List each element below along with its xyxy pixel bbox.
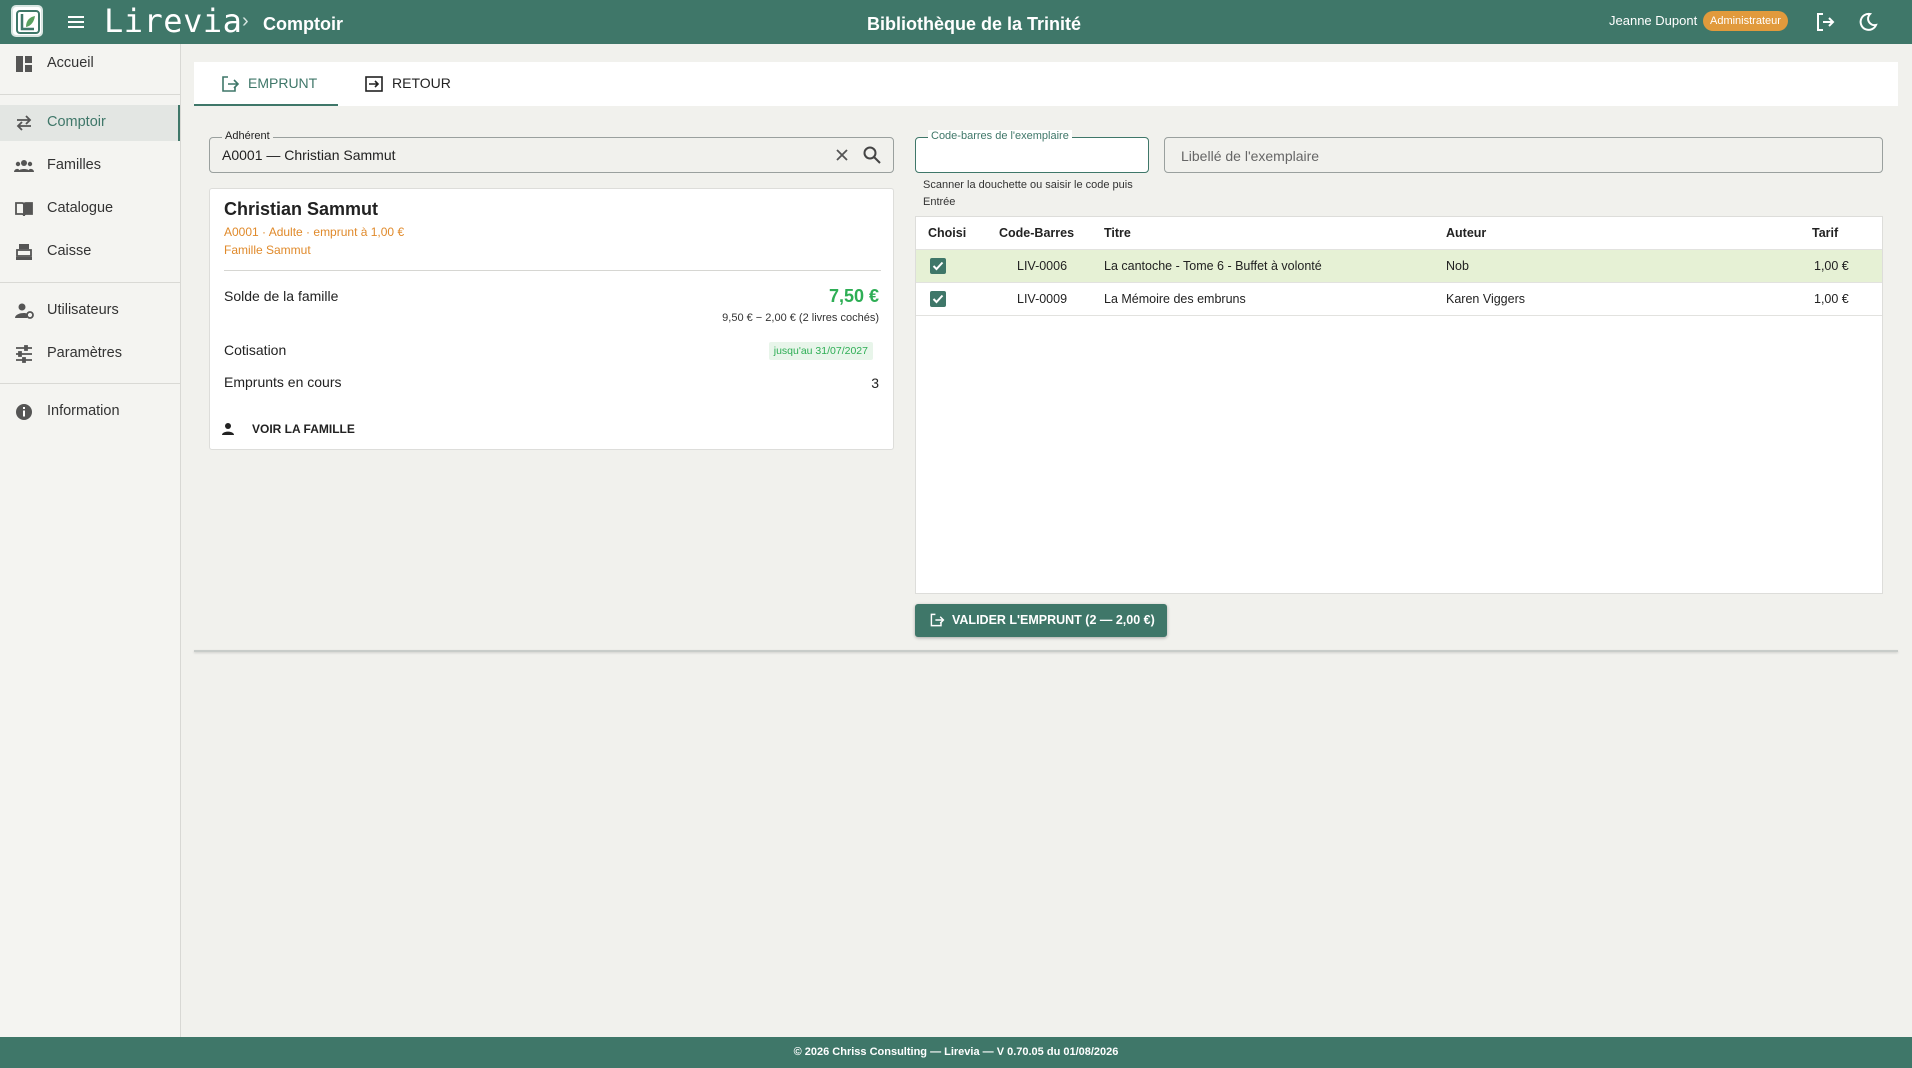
barcode-input[interactable]: Code-barres de l'exemplaire <box>915 130 1149 173</box>
user-settings-icon <box>15 303 34 319</box>
top-app-bar: Lirevia › Comptoir Bibliothèque de la Tr… <box>0 0 1912 44</box>
item-label-placeholder: Libellé de l'exemplaire <box>1181 148 1320 164</box>
items-table: Choisi Code-Barres Titre Auteur Tarif LI… <box>915 216 1883 594</box>
cell-price: 1,00 € <box>1814 259 1849 273</box>
balance-value: 7,50 € <box>828 286 879 306</box>
sidebar-item-label: Familles <box>47 157 101 173</box>
menu-icon[interactable] <box>64 11 88 33</box>
table-row-divider <box>916 315 1882 316</box>
tab-label: RETOUR <box>392 75 451 91</box>
column-header-titre[interactable]: Titre <box>1104 226 1131 240</box>
sidebar-item-parametres[interactable]: Paramètres <box>0 336 180 372</box>
tab-retour[interactable]: RETOUR <box>338 62 478 106</box>
dark-mode-icon[interactable] <box>1856 10 1880 34</box>
sidebar-item-catalogue[interactable]: Catalogue <box>0 191 180 227</box>
sidebar-item-label: Paramètres <box>47 345 122 361</box>
column-header-code-barres[interactable]: Code-Barres <box>999 226 1074 240</box>
sidebar-item-caisse[interactable]: Caisse <box>0 234 180 270</box>
dashboard-icon <box>16 56 32 72</box>
app-logo[interactable] <box>11 5 43 37</box>
tune-icon <box>16 345 32 363</box>
view-family-label: VOIR LA FAMILLE <box>252 422 355 436</box>
sidebar-item-label: Catalogue <box>47 200 114 216</box>
breadcrumb: Comptoir <box>263 14 343 34</box>
sidebar-divider <box>0 94 180 95</box>
search-icon[interactable] <box>862 145 882 165</box>
app-name[interactable]: Lirevia <box>104 2 242 40</box>
role-badge: Administrateur <box>1703 11 1788 31</box>
item-label-input[interactable]: Libellé de l'exemplaire <box>1164 137 1883 173</box>
tab-emprunt[interactable]: EMPRUNT <box>194 62 338 106</box>
sidebar-item-utilisateurs[interactable]: Utilisateurs <box>0 293 180 329</box>
member-search-field[interactable]: Adhérent A0001 — Christian Sammut <box>209 130 894 173</box>
cell-barcode: LIV-0009 <box>1017 292 1068 306</box>
person-icon <box>222 423 234 435</box>
logout-icon[interactable] <box>1813 10 1837 34</box>
sidebar-item-accueil[interactable]: Accueil <box>0 46 180 82</box>
check-icon <box>932 261 944 271</box>
column-header-auteur[interactable]: Auteur <box>1446 226 1486 240</box>
footer: © 2026 Chriss Consulting — Lirevia — V 0… <box>0 1037 1912 1068</box>
sidebar-divider <box>0 383 180 384</box>
barcode-legend: Code-barres de l'exemplaire <box>928 130 1072 142</box>
loans-count: 3 <box>871 375 879 391</box>
cell-price: 1,00 € <box>1814 292 1849 306</box>
sidebar-item-information[interactable]: Information <box>0 394 180 430</box>
barcode-help-text: Scanner la douchette ou saisir le code p… <box>923 179 1133 208</box>
membership-label: Cotisation <box>224 342 287 358</box>
panel-divider <box>194 650 1898 652</box>
member-family: Famille Sammut <box>224 243 311 257</box>
book-icon <box>15 202 33 217</box>
people-icon <box>14 160 34 172</box>
check-icon <box>932 294 944 304</box>
sidebar-item-label: Caisse <box>47 243 92 259</box>
row-checkbox[interactable] <box>930 258 946 274</box>
column-header-choisi[interactable]: Choisi <box>928 226 966 240</box>
membership-badge: jusqu'au 31/07/2027 <box>768 342 873 360</box>
cell-title: La cantoche - Tome 6 - Buffet à volonté <box>1104 259 1322 273</box>
member-meta: A0001 · Adulte · emprunt à 1,00 € <box>224 225 405 239</box>
member-search-legend: Adhérent <box>222 130 273 142</box>
sidebar-item-comptoir[interactable]: Comptoir <box>0 105 180 141</box>
cell-author: Nob <box>1446 259 1469 273</box>
cell-title: La Mémoire des embruns <box>1104 292 1246 306</box>
swap-arrows-icon <box>16 115 32 131</box>
breadcrumb-separator: › <box>242 10 249 32</box>
cash-register-icon <box>16 244 32 260</box>
table-row[interactable]: LIV-0009 La Mémoire des embruns Karen Vi… <box>916 282 1882 315</box>
cell-author: Karen Viggers <box>1446 292 1525 306</box>
member-name: Christian Sammut <box>224 199 379 219</box>
validate-loan-button[interactable]: VALIDER L'EMPRUNT (2 — 2,00 €) <box>915 604 1167 637</box>
table-row[interactable]: LIV-0006 La cantoche - Tome 6 - Buffet à… <box>916 249 1882 282</box>
balance-label: Solde de la famille <box>224 288 339 304</box>
sidebar: Accueil Comptoir Familles Catalogue Cais… <box>0 44 181 1037</box>
loans-label: Emprunts en cours <box>224 374 342 390</box>
member-card-divider <box>224 270 881 271</box>
member-search-value[interactable]: A0001 — Christian Sammut <box>222 147 396 163</box>
footer-text: © 2026 Chriss Consulting — Lirevia — V 0… <box>793 1046 1119 1058</box>
sidebar-divider <box>0 282 180 283</box>
checkout-icon <box>930 613 945 627</box>
column-header-tarif[interactable]: Tarif <box>1812 226 1838 240</box>
clear-icon[interactable] <box>833 146 851 164</box>
checkout-icon <box>222 76 240 92</box>
sidebar-item-label: Utilisateurs <box>47 302 119 318</box>
return-icon <box>365 76 383 92</box>
sidebar-item-label: Accueil <box>47 55 94 71</box>
member-card: Christian Sammut A0001 · Adulte · emprun… <box>209 188 894 450</box>
info-icon <box>16 404 32 420</box>
sidebar-item-familles[interactable]: Familles <box>0 148 180 184</box>
sidebar-item-label: Comptoir <box>47 114 106 130</box>
balance-detail: 9,50 € − 2,00 € (2 livres cochés) <box>722 312 879 324</box>
tabs-bar: EMPRUNT RETOUR <box>194 62 1898 106</box>
tab-label: EMPRUNT <box>248 75 318 91</box>
cell-barcode: LIV-0006 <box>1017 259 1068 273</box>
sidebar-item-label: Information <box>47 403 120 419</box>
validate-loan-label: VALIDER L'EMPRUNT (2 — 2,00 €) <box>952 613 1155 627</box>
row-checkbox[interactable] <box>930 291 946 307</box>
user-name: Jeanne Dupont <box>1609 13 1698 28</box>
